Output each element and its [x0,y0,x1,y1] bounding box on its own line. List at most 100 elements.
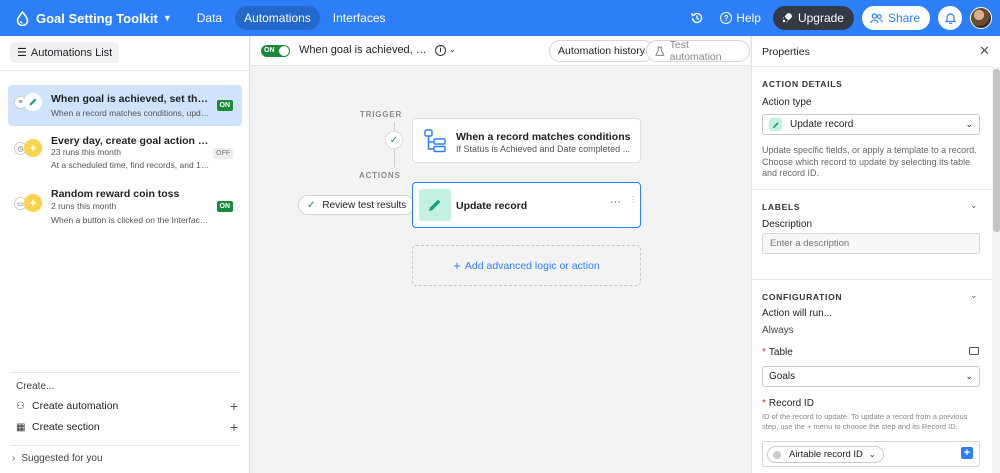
chevron-down-icon[interactable]: ▼ [163,13,172,23]
plus-icon: + [24,139,42,157]
share-label: Share [887,11,920,25]
action-type-value: Update record [790,119,854,130]
automation-item-daily-tracking[interactable]: ◷ + Every day, create goal action tracki… [8,127,242,175]
help-button[interactable]: ? Help [720,11,761,25]
chevron-down-icon[interactable]: ⌄ [449,45,456,54]
record-id-token[interactable]: Airtable record ID ⌄ [767,446,884,463]
canvas-header: ON When goal is achieved, set th... i ⌄ … [251,36,750,66]
table-icon: ▦ [16,421,26,433]
flask-icon [655,46,665,56]
test-automation-label: Test automation [669,39,722,63]
create-automation-button[interactable]: ⚇ Create automation + [16,397,238,415]
user-avatar[interactable] [970,7,992,29]
action-type-select[interactable]: Update record ⌄ [762,114,980,135]
automation-title: When goal is achieved, set the date ... [51,93,211,105]
review-label: Review test results [322,199,407,211]
actions-section-label: ACTIONS [359,171,401,180]
automation-item-goal-achieved[interactable]: ≡ When goal is achieved, set the date ..… [8,85,242,126]
status-badge: ON [216,100,233,111]
hamburger-icon: ☰ [17,47,27,59]
automation-name[interactable]: When goal is achieved, set th... [299,44,427,56]
create-section-label: Create section [32,421,100,433]
automation-icons: ▭ + [14,194,44,212]
description-input[interactable]: Enter a description [762,233,980,254]
share-button[interactable]: Share [861,6,930,30]
automation-subtitle: When a record matches conditions, update… [51,108,211,118]
required-marker: * [762,398,766,409]
trigger-subtitle: If Status is Achieved and Date completed… [456,144,631,154]
table-select[interactable]: Goals ⌄ [762,366,980,387]
action-will-run-label: Action will run... [762,308,833,319]
plus-icon[interactable]: + [230,398,238,414]
check-icon: ✓ [385,131,403,149]
suggested-label: Suggested for you [21,453,103,464]
add-advanced-logic-button[interactable]: + Add advanced logic or action [412,245,641,286]
panel-divider [752,66,992,67]
pencil-icon [24,93,42,111]
trigger-title: When a record matches conditions [456,131,631,143]
main-nav: Data Automations Interfaces [188,6,399,30]
properties-title: Properties [762,46,810,58]
automation-detail: When a button is clicked on the Interfac… [51,215,211,225]
info-icon[interactable]: i [435,45,446,56]
app-logo-icon[interactable] [14,10,30,26]
automation-history-button[interactable]: Automation history [549,40,654,62]
create-automation-label: Create automation [32,400,119,412]
suggested-toggle[interactable]: › Suggested for you [12,453,103,464]
table-value: Goals [769,371,796,382]
nav-automations[interactable]: Automations [235,6,320,30]
labels-heading[interactable]: LABELS [762,202,800,212]
chevron-right-icon: › [12,453,16,464]
pencil-icon [769,118,782,131]
automation-icon: ⚇ [16,400,25,412]
create-divider [10,372,240,373]
drag-handle-icon[interactable]: ⋮⋮ [629,196,645,204]
configuration-heading[interactable]: CONFIGURATION [762,292,842,302]
app-title[interactable]: Goal Setting Toolkit [36,11,158,26]
action-type-label: Action type [762,97,812,108]
table-icon[interactable] [969,347,979,355]
record-id-label: * Record ID [762,398,814,409]
chevron-down-icon[interactable]: ⌄ [970,290,978,301]
automations-list-button[interactable]: ☰ Automations List [10,42,120,63]
review-test-results-button[interactable]: ✓ Review test results [298,195,416,215]
check-icon: ✓ [307,199,316,211]
panel-scrollbar[interactable] [992,67,1000,473]
automation-canvas: ON When goal is achieved, set th... i ⌄ … [251,36,750,473]
record-id-help: ID of the record to update. To update a … [762,412,968,431]
notifications-bell-icon[interactable] [938,6,962,30]
rocket-icon [781,13,792,23]
close-icon[interactable]: ✕ [979,43,990,59]
record-id-field[interactable]: Airtable record ID ⌄ + [762,441,980,467]
automation-toggle[interactable]: ON [261,45,290,57]
chevron-down-icon[interactable]: ⌄ [970,200,978,211]
nav-data[interactable]: Data [188,6,231,30]
record-id-label-text: Record ID [768,398,814,409]
more-options-icon[interactable]: ··· [610,196,621,208]
action-card-update-record[interactable]: Update record ··· ⋮⋮ [412,182,645,228]
upgrade-label: Upgrade [797,11,844,25]
create-label: Create... [16,381,55,392]
scrollbar-thumb[interactable] [993,69,1000,232]
chevron-down-icon: ⌄ [965,371,973,381]
status-badge: OFF [213,148,233,159]
plus-icon: + [24,194,42,212]
chevron-down-icon: ⌄ [868,450,876,459]
test-automation-button[interactable]: Test automation [646,39,750,63]
panel-divider [752,189,992,190]
trigger-card[interactable]: When a record matches conditions If Stat… [412,118,641,163]
automation-icons: ◷ + [14,139,44,157]
automation-title: Random reward coin toss [51,188,180,200]
plus-icon[interactable]: + [230,419,238,435]
history-icon[interactable] [688,9,706,27]
top-bar: Goal Setting Toolkit ▼ Data Automations … [0,0,1000,36]
nav-interfaces[interactable]: Interfaces [324,6,395,30]
toggle-label: ON [264,46,275,54]
insert-plus-icon[interactable]: + [961,447,973,459]
create-section-button[interactable]: ▦ Create section + [16,418,238,436]
people-icon [870,12,883,23]
automation-item-coin-toss[interactable]: ▭ + Random reward coin toss 2 runs this … [8,182,242,230]
question-icon: ? [720,12,733,24]
upgrade-button[interactable]: Upgrade [772,6,854,30]
table-label: * Table [762,347,793,358]
